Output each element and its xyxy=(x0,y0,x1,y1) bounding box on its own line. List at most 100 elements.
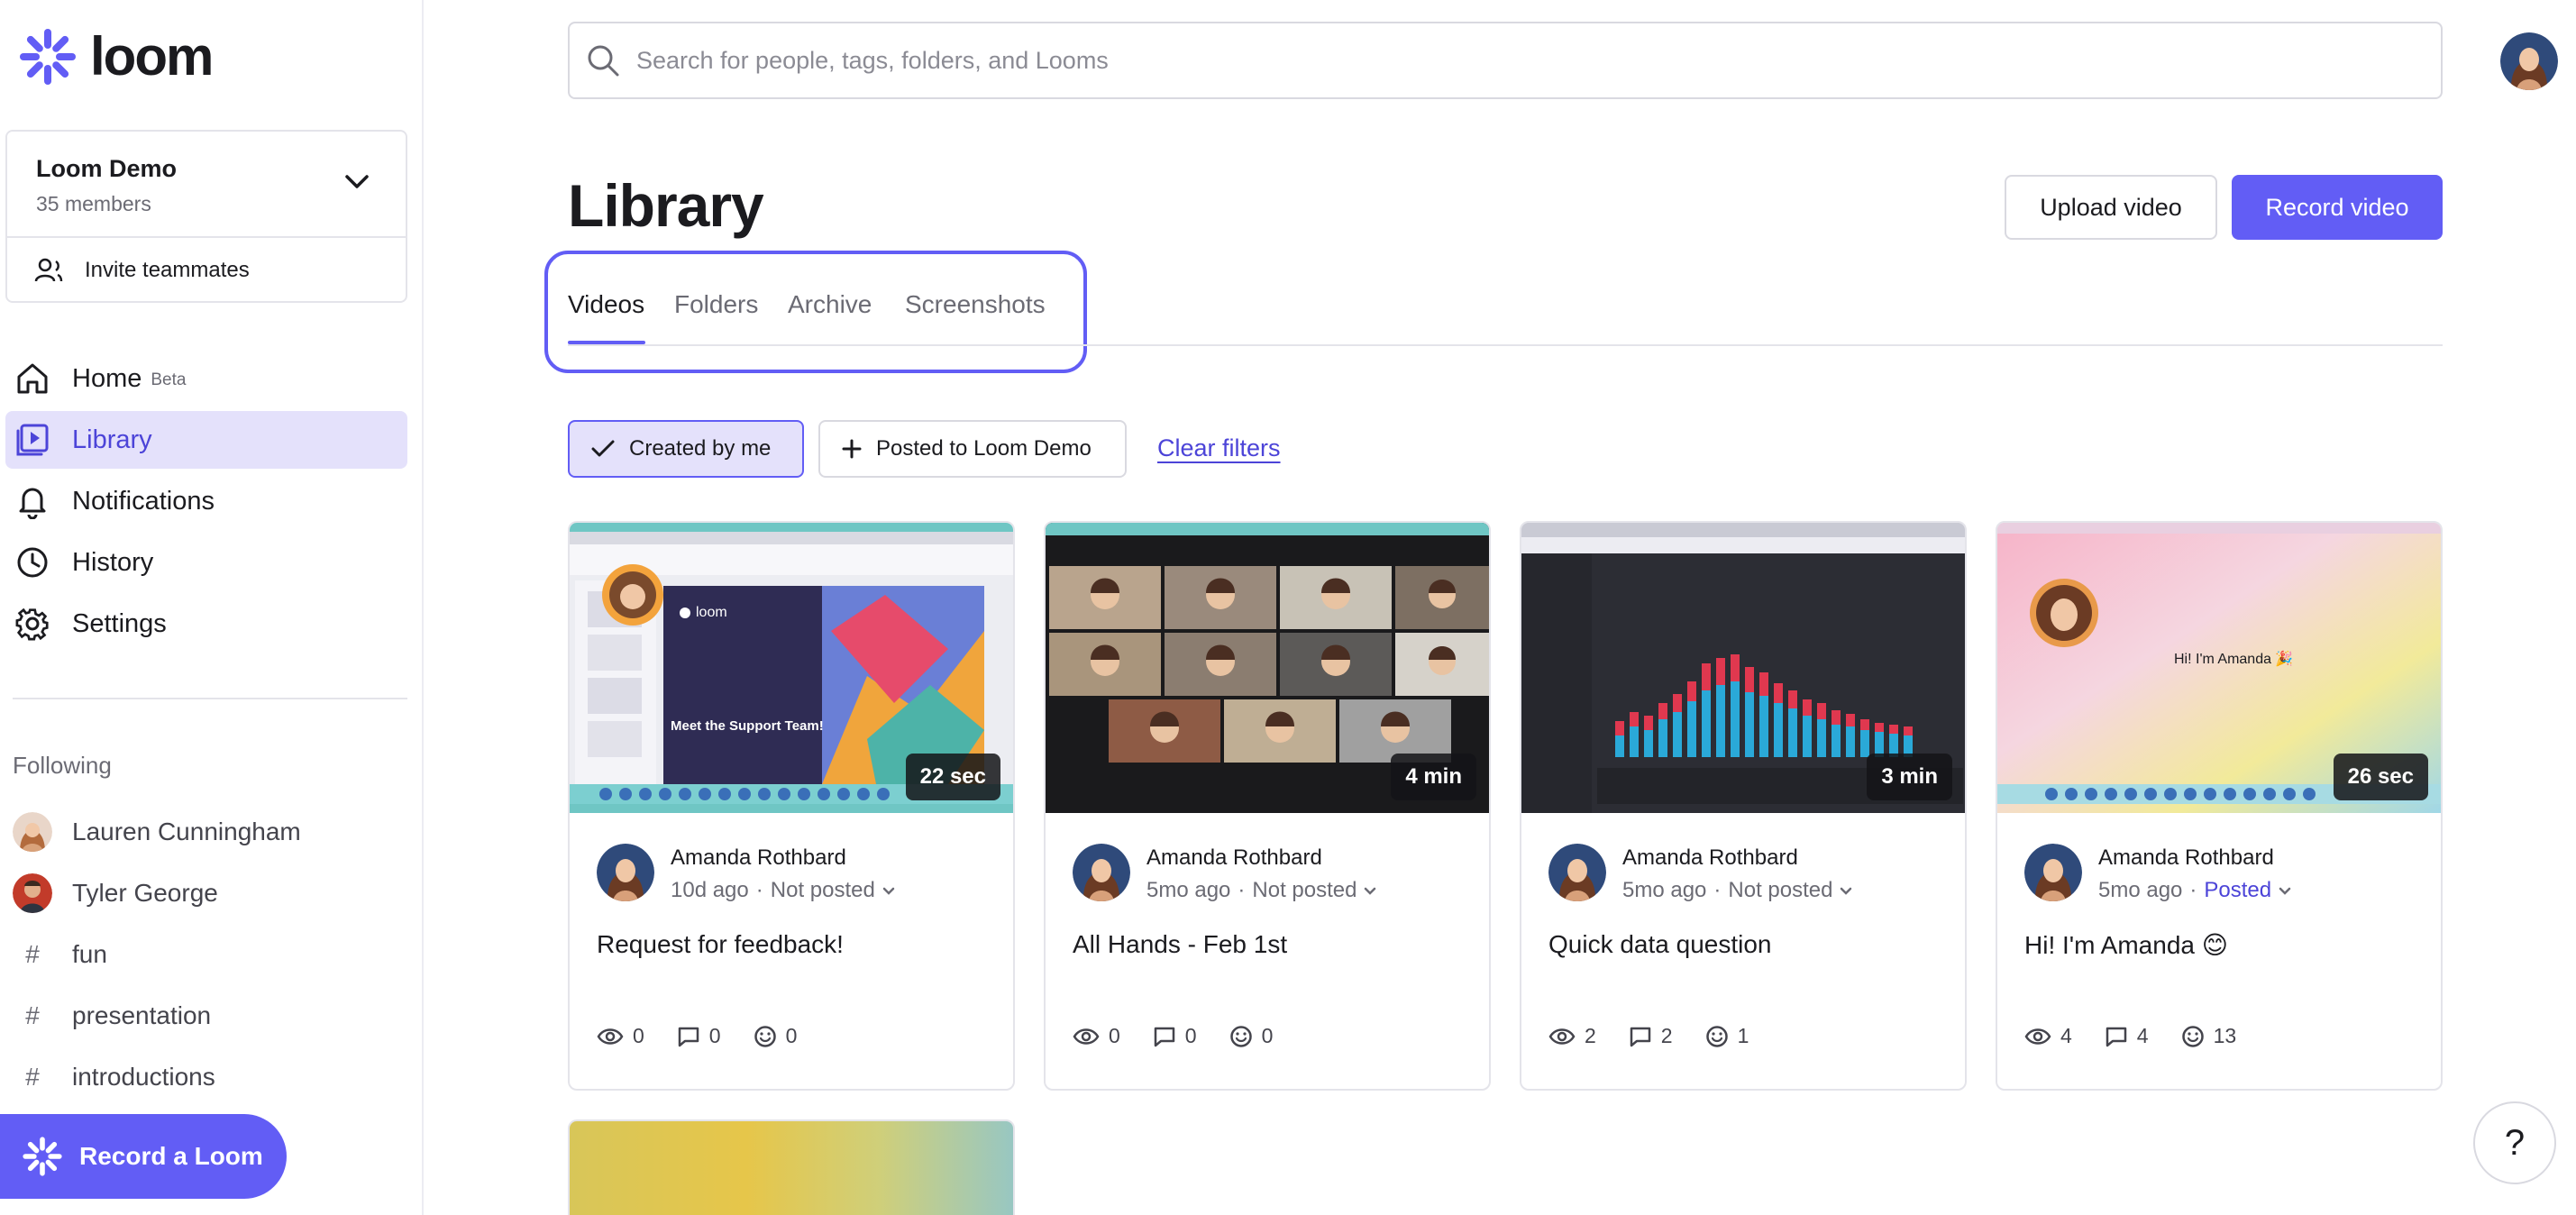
sidebar-item-notifications[interactable]: Notifications xyxy=(5,472,407,530)
workspace-switcher: Loom Demo 35 members Invite teammates xyxy=(5,130,407,303)
reactions-stat: 0 xyxy=(1229,1024,1273,1048)
video-card-partial[interactable] xyxy=(568,1119,1015,1215)
following-item-label: presentation xyxy=(72,1001,212,1029)
sidebar-item-label: History xyxy=(72,547,154,577)
svg-text:Meet the Support Team!: Meet the Support Team! xyxy=(671,718,824,734)
duration-badge: 3 min xyxy=(1867,754,1952,800)
sidebar-divider xyxy=(13,698,407,699)
loom-logo[interactable]: loom xyxy=(18,25,214,87)
video-title[interactable]: All Hands - Feb 1st xyxy=(1073,930,1287,959)
following-tag-presentation[interactable]: # presentation xyxy=(13,991,211,1040)
video-thumbnail[interactable]: 3 min xyxy=(1521,523,1965,813)
video-thumbnail[interactable]: 4 min xyxy=(1046,523,1489,813)
svg-text:Hi! I'm Amanda 🎉: Hi! I'm Amanda 🎉 xyxy=(2174,650,2293,667)
smiley-icon xyxy=(1705,1025,1728,1047)
views-stat: 2 xyxy=(1548,1024,1596,1048)
avatar xyxy=(2024,844,2082,901)
search-icon xyxy=(588,45,619,77)
user-avatar[interactable] xyxy=(2500,32,2558,90)
sidebar-item-library[interactable]: Library xyxy=(5,411,407,469)
video-thumbnail[interactable]: Hi! I'm Amanda 🎉 26 sec xyxy=(1997,523,2441,813)
video-author[interactable]: Amanda Rothbard xyxy=(2098,845,2274,871)
clock-icon xyxy=(17,547,48,578)
filter-label: Posted to Loom Demo xyxy=(876,436,1092,461)
tab-archive[interactable]: Archive xyxy=(788,290,872,319)
following-item-label: introductions xyxy=(72,1063,215,1091)
following-item-label: Tyler George xyxy=(72,879,218,907)
video-stats: 2 2 1 xyxy=(1548,1024,1768,1048)
record-a-loom-label: Record a Loom xyxy=(79,1142,263,1170)
following-heading: Following xyxy=(13,752,112,779)
views-stat: 0 xyxy=(1073,1024,1120,1048)
video-meta: 5mo ago · Not posted xyxy=(1622,878,1853,903)
views-stat: 4 xyxy=(2024,1024,2072,1048)
tab-screenshots[interactable]: Screenshots xyxy=(905,290,1046,319)
workspace-member-count: 35 members xyxy=(36,192,151,215)
post-status-dropdown[interactable]: Not posted xyxy=(1252,878,1377,903)
sidebar-item-settings[interactable]: Settings xyxy=(5,595,407,653)
video-age: 5mo ago xyxy=(2098,878,2183,902)
following-tag-introductions[interactable]: # introductions xyxy=(13,1053,215,1101)
video-title[interactable]: Quick data question xyxy=(1548,930,1772,959)
chevron-down-icon xyxy=(1364,887,1376,895)
search-input[interactable] xyxy=(636,46,2349,75)
video-author[interactable]: Amanda Rothbard xyxy=(1146,845,1322,871)
tabs-divider xyxy=(568,344,2443,346)
sidebar-item-home[interactable]: Home Beta xyxy=(5,350,407,407)
comments-stat: 0 xyxy=(677,1024,721,1048)
comments-stat: 4 xyxy=(2105,1024,2149,1048)
svg-text:loom: loom xyxy=(696,605,727,620)
tab-folders[interactable]: Folders xyxy=(674,290,758,319)
video-card[interactable]: 4 min Amanda Rothbard 5mo ago · Not post… xyxy=(1044,521,1491,1091)
loom-asterisk-icon xyxy=(23,1137,62,1176)
upload-video-button[interactable]: Upload video xyxy=(2005,175,2217,240)
video-title[interactable]: Request for feedback! xyxy=(597,930,844,959)
record-a-loom-button[interactable]: Record a Loom xyxy=(0,1114,287,1199)
clear-filters-link[interactable]: Clear filters xyxy=(1157,434,1281,462)
post-status-dropdown[interactable]: Not posted xyxy=(771,878,896,903)
video-card[interactable]: Hi! I'm Amanda 🎉 26 sec Amanda Rothbard … xyxy=(1996,521,2443,1091)
following-item-lauren-cunningham[interactable]: Lauren Cunningham xyxy=(13,808,301,856)
sidebar-item-label: Settings xyxy=(72,608,167,638)
avatar xyxy=(597,844,654,901)
tab-videos[interactable]: Videos xyxy=(568,290,644,319)
video-author[interactable]: Amanda Rothbard xyxy=(671,845,846,871)
video-title[interactable]: Hi! I'm Amanda 😊 xyxy=(2024,930,2228,960)
video-thumbnail[interactable]: loom Meet the Support Team! 22 sec xyxy=(570,523,1013,813)
video-card[interactable]: loom Meet the Support Team! 22 sec Amand… xyxy=(568,521,1015,1091)
active-tab-indicator xyxy=(568,341,645,344)
plus-icon xyxy=(842,439,862,459)
video-age: 10d ago xyxy=(671,878,749,902)
eye-icon xyxy=(2024,1028,2051,1045)
bell-icon xyxy=(19,488,46,519)
reactions-stat: 13 xyxy=(2181,1024,2236,1048)
following-item-tyler-george[interactable]: Tyler George xyxy=(13,869,218,918)
invite-teammates-label: Invite teammates xyxy=(85,258,250,282)
filter-posted-to-loom-demo[interactable]: Posted to Loom Demo xyxy=(818,420,1127,478)
video-card[interactable]: 3 min Amanda Rothbard 5mo ago · Not post… xyxy=(1520,521,1967,1091)
video-age: 5mo ago xyxy=(1146,878,1231,902)
invite-teammates-button[interactable]: Invite teammates xyxy=(7,238,406,303)
sidebar-item-label: Library xyxy=(72,425,152,454)
video-author[interactable]: Amanda Rothbard xyxy=(1622,845,1798,871)
smiley-icon xyxy=(754,1025,776,1047)
comment-icon xyxy=(2106,1027,2127,1046)
video-meta: 5mo ago · Posted xyxy=(2098,878,2292,903)
workspace-selector[interactable]: Loom Demo 35 members xyxy=(7,132,406,238)
sidebar-item-label: Notifications xyxy=(72,486,215,516)
sidebar-item-history[interactable]: History xyxy=(5,534,407,591)
filter-created-by-me[interactable]: Created by me xyxy=(568,420,804,478)
following-tag-fun[interactable]: # fun xyxy=(13,930,107,979)
help-button[interactable]: ? xyxy=(2473,1101,2556,1184)
record-video-button[interactable]: Record video xyxy=(2232,175,2443,240)
post-status-dropdown[interactable]: Posted xyxy=(2204,878,2291,903)
video-meta: 10d ago · Not posted xyxy=(671,878,896,903)
search-bar xyxy=(568,22,2443,99)
workspace-name: Loom Demo xyxy=(36,155,178,182)
post-status-dropdown[interactable]: Not posted xyxy=(1728,878,1853,903)
eye-icon xyxy=(1548,1028,1576,1045)
chevron-down-icon xyxy=(1840,887,1852,895)
smiley-icon xyxy=(2181,1025,2204,1047)
hashtag-icon: # xyxy=(25,1063,40,1091)
filter-label: Created by me xyxy=(629,436,772,461)
